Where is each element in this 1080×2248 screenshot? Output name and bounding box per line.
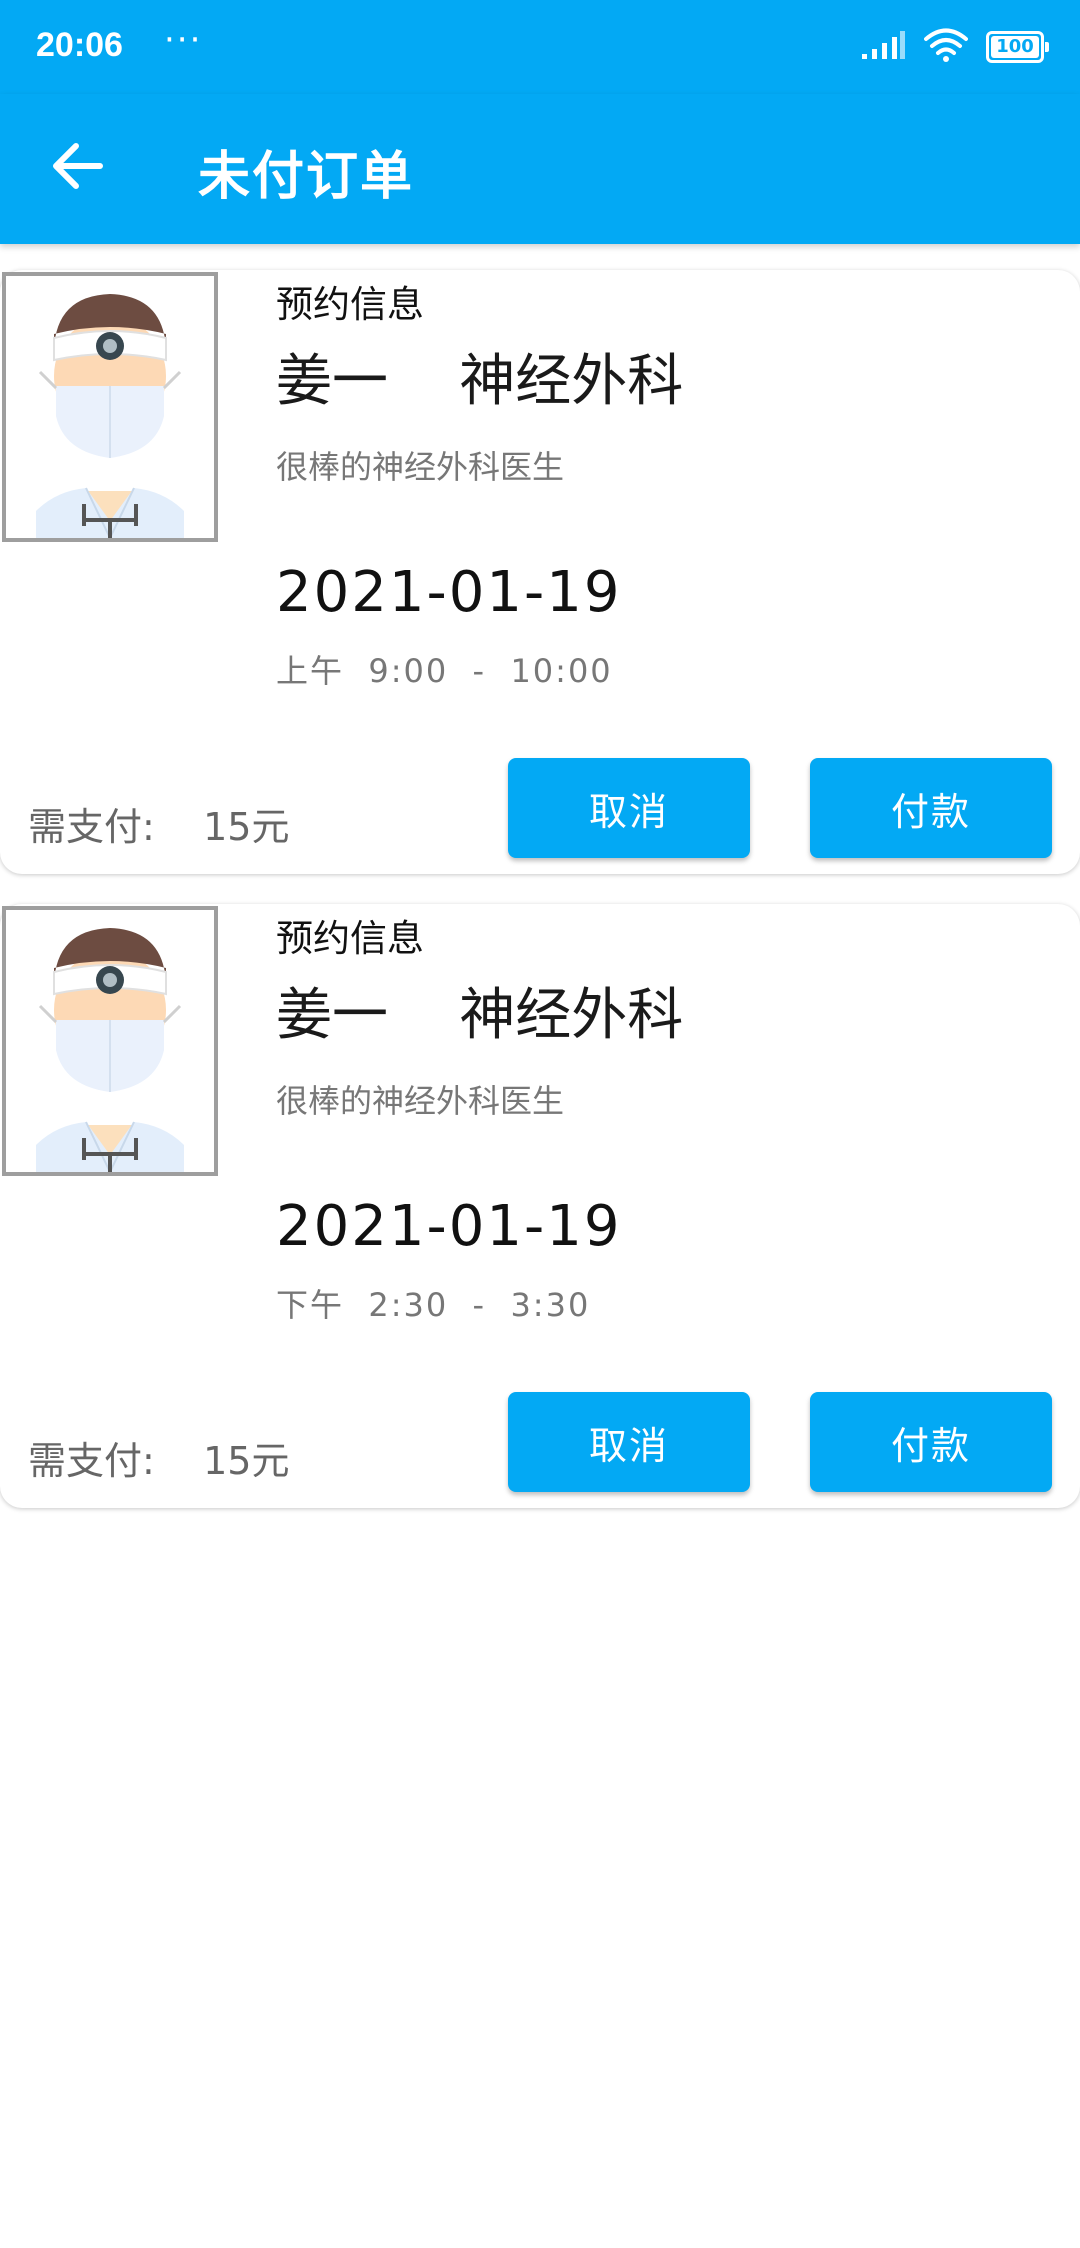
appointment-time: 下午 2:30 - 3:30 xyxy=(276,1286,591,1324)
appointment-time: 上午 9:00 - 10:00 xyxy=(276,652,613,690)
status-icons: 100 xyxy=(860,28,1049,66)
page-title: 未付订单 xyxy=(198,147,415,207)
appointment-date: 2021-01-19 xyxy=(276,1194,622,1259)
status-bar: 20:06 ··· 100 xyxy=(0,0,1080,94)
order-list: 预约信息 姜一 神经外科 很棒的神经外科医生 2021-01-19 上午 9:0… xyxy=(0,270,1080,1538)
section-label: 预约信息 xyxy=(276,917,424,960)
doctor-name-department: 姜一 神经外科 xyxy=(276,349,684,414)
order-card: 预约信息 姜一 神经外科 很棒的神经外科医生 2021-01-19 上午 9:0… xyxy=(0,270,1080,874)
signal-icon xyxy=(860,30,906,64)
doctor-description: 很棒的神经外科医生 xyxy=(276,1082,565,1120)
order-card: 预约信息 姜一 神经外科 很棒的神经外科医生 2021-01-19 下午 2:3… xyxy=(0,904,1080,1508)
doctor-avatar xyxy=(2,272,218,542)
wifi-icon xyxy=(924,28,968,66)
pay-button[interactable]: 付款 xyxy=(810,1392,1052,1492)
doctor-avatar xyxy=(2,906,218,1176)
battery-icon: 100 xyxy=(986,31,1049,63)
section-label: 预约信息 xyxy=(276,283,424,326)
doctor-name-department: 姜一 神经外科 xyxy=(276,983,684,1048)
amount-due: 需支付: 15元 xyxy=(28,1439,290,1483)
arrow-left-icon xyxy=(52,142,104,194)
pay-button[interactable]: 付款 xyxy=(810,758,1052,858)
cancel-button[interactable]: 取消 xyxy=(508,1392,750,1492)
status-more-dots: ··· xyxy=(164,20,203,60)
app-bar: 未付订单 xyxy=(0,94,1080,244)
battery-level: 100 xyxy=(996,36,1034,57)
doctor-description: 很棒的神经外科医生 xyxy=(276,448,565,486)
status-time: 20:06 xyxy=(36,26,123,64)
cancel-button[interactable]: 取消 xyxy=(508,758,750,858)
appointment-date: 2021-01-19 xyxy=(276,560,622,625)
amount-due: 需支付: 15元 xyxy=(28,805,290,849)
back-button[interactable] xyxy=(38,128,118,208)
